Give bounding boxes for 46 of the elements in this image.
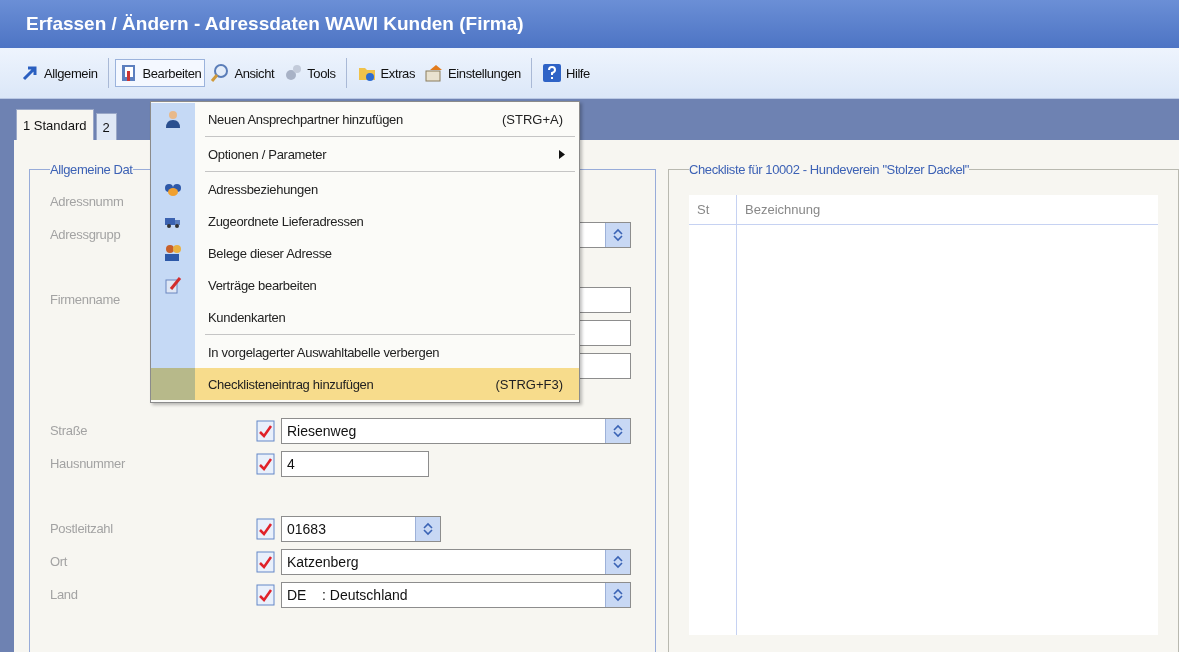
text-field[interactable]: 4: [281, 450, 429, 477]
group-title: Allgemeine Dat: [50, 162, 133, 177]
contacts-icon: [163, 243, 183, 263]
spinner-icon[interactable]: [605, 418, 630, 443]
menu-item[interactable]: Adressbeziehungen: [151, 173, 579, 205]
toolbar-button[interactable]: Hilfe: [537, 59, 594, 87]
group-title: Checkliste für 10002 - Hundeverein "Stolzer Dackel": [689, 162, 970, 177]
menu-item[interactable]: In vorgelagerter Auswahltabelle verbergen: [151, 336, 579, 368]
window-title: Erfassen / Ändern - Adressdaten WAWI Kunden (Firma): [0, 0, 1179, 48]
column-header[interactable]: Bezeichnung: [737, 195, 1158, 225]
menu-item[interactable]: Kundenkarten: [151, 301, 579, 333]
toolbar-button[interactable]: Ansicht: [206, 59, 279, 87]
spinner-icon[interactable]: [605, 549, 630, 574]
spinner-icon[interactable]: [415, 516, 440, 541]
toolbar-button[interactable]: Tools: [279, 59, 340, 87]
combo-box[interactable]: 01683: [281, 515, 441, 542]
tab[interactable]: 2: [95, 113, 117, 140]
menu-item[interactable]: Zugeordnete Lieferadressen: [151, 205, 579, 237]
menu-item[interactable]: Optionen / Parameter: [151, 138, 579, 170]
menu-item[interactable]: Neuen Ansprechpartner hinzufügen (STRG+A): [151, 103, 579, 135]
field-label: Land: [50, 587, 78, 602]
combo-box[interactable]: Riesenweg: [281, 417, 631, 444]
menu-item[interactable]: Checklisteneintrag hinzufügen (STRG+F3): [151, 368, 579, 400]
combo-box[interactable]: Katzenberg: [281, 548, 631, 575]
field-label: Hausnummer: [50, 456, 126, 471]
pen-icon: [163, 275, 183, 295]
menu-item[interactable]: Belege dieser Adresse: [151, 237, 579, 269]
tab[interactable]: 1 Standard: [16, 109, 94, 140]
field-label: Ort: [50, 554, 68, 569]
column-header[interactable]: St: [689, 195, 737, 225]
person-icon: [163, 109, 183, 129]
field-label: Firmenname: [50, 292, 120, 307]
toolbar-button[interactable]: Allgemein: [16, 59, 102, 87]
toolbar-button[interactable]: Bearbeiten: [114, 59, 206, 87]
toolbar-button[interactable]: Einstellungen: [420, 59, 525, 87]
magnifier-icon: [210, 63, 231, 83]
toolbar-button[interactable]: Extras: [352, 59, 420, 87]
field-label: Postleitzahl: [50, 521, 113, 536]
spinner-icon[interactable]: [605, 222, 630, 247]
spinner-icon[interactable]: [605, 582, 630, 607]
field-label: Adressnumm: [50, 194, 124, 209]
field-label: Adressgrupp: [50, 227, 121, 242]
menu-item[interactable]: Verträge bearbeiten: [151, 269, 579, 301]
combo-box[interactable]: DE : Deutschland: [281, 581, 631, 608]
field-label: Straße: [50, 423, 88, 438]
help-icon: [541, 63, 562, 83]
